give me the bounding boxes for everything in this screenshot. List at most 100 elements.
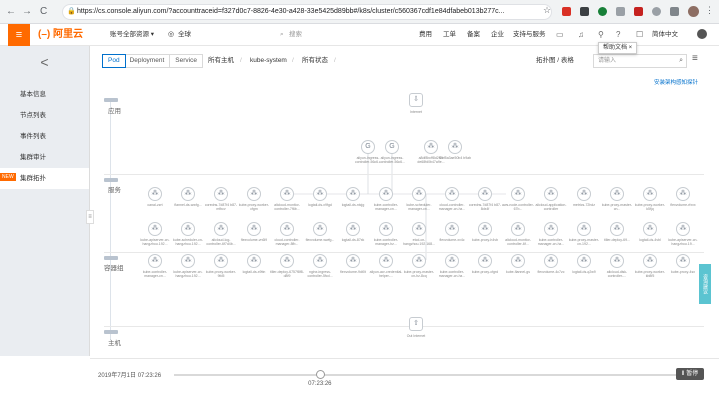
status-filter[interactable]: 所有状态 bbox=[302, 56, 328, 66]
service-node[interactable]: ⁂ bbox=[424, 140, 438, 154]
reload-icon[interactable]: C bbox=[40, 5, 47, 19]
pod-node[interactable]: ⁂ bbox=[511, 222, 525, 236]
profile-avatar[interactable] bbox=[688, 6, 699, 17]
pod-node[interactable]: ⁂ bbox=[148, 187, 162, 201]
view-switch[interactable]: 拓扑图 / 表格 bbox=[536, 56, 574, 66]
list-menu-icon[interactable]: ≡ bbox=[692, 53, 698, 64]
sidebar-item-events[interactable]: 事件列表 bbox=[0, 126, 89, 147]
pod-node[interactable]: ⁂ bbox=[577, 222, 591, 236]
namespace-filter[interactable]: kube-system bbox=[250, 56, 287, 66]
pod-node[interactable]: ⁂ bbox=[412, 254, 426, 268]
pod-node[interactable]: ⁂ bbox=[478, 187, 492, 201]
pod-node[interactable]: ⁂ bbox=[412, 187, 426, 201]
screen-icon[interactable]: ▭ bbox=[556, 30, 564, 40]
pod-node[interactable]: ⁂ bbox=[544, 254, 558, 268]
timeline-track[interactable] bbox=[174, 374, 678, 376]
out-internet-node[interactable]: ⇧ bbox=[409, 317, 423, 331]
extension-icon[interactable] bbox=[634, 7, 643, 16]
address-bar[interactable]: 🔒 https://cs.console.aliyun.com/?account… bbox=[62, 4, 552, 20]
pod-node[interactable]: ⁂ bbox=[379, 254, 393, 268]
sidebar-item-audit[interactable]: 集群审计 bbox=[0, 147, 89, 168]
hamburger-menu-icon[interactable]: ≡ bbox=[8, 24, 30, 46]
pod-node[interactable]: ⁂ bbox=[346, 187, 360, 201]
pause-button[interactable]: Ⅱ 暂停 bbox=[676, 368, 704, 380]
account-selector[interactable]: 账号全部资源 ▾ bbox=[110, 30, 154, 40]
pod-node[interactable]: ⁂ bbox=[214, 222, 228, 236]
pod-node[interactable]: ⁂ bbox=[643, 187, 657, 201]
pod-node[interactable]: ⁂ bbox=[544, 187, 558, 201]
pod-node[interactable]: ⁂ bbox=[346, 222, 360, 236]
pod-node[interactable]: ⁂ bbox=[379, 187, 393, 201]
pod-node[interactable]: ⁂ bbox=[511, 187, 525, 201]
sidebar-item-topology[interactable]: NEW 集群拓扑 bbox=[0, 168, 89, 189]
pod-node[interactable]: ⁂ bbox=[247, 254, 261, 268]
back-arrow-icon[interactable]: ← bbox=[6, 5, 16, 19]
install-probe-link[interactable]: 安装架构感知探针 bbox=[654, 78, 698, 86]
host-filter[interactable]: 所有主机 bbox=[208, 56, 234, 66]
timeline-knob[interactable] bbox=[316, 370, 326, 379]
forward-arrow-icon[interactable]: → bbox=[22, 5, 32, 19]
pod-node[interactable]: ⁂ bbox=[148, 254, 162, 268]
tab-deployment[interactable]: Deployment bbox=[125, 55, 171, 67]
sidebar-item-nodes[interactable]: 节点列表 bbox=[0, 105, 89, 126]
pod-node[interactable]: ⁂ bbox=[280, 222, 294, 236]
pod-node[interactable]: ⁂ bbox=[181, 187, 195, 201]
aliyun-logo[interactable]: (–) 阿里云 bbox=[38, 28, 83, 42]
help-doc-icon[interactable]: ☐ bbox=[636, 30, 643, 40]
sidebar-item-basic-info[interactable]: 基本信息 bbox=[0, 84, 89, 105]
region-selector[interactable]: 全球 bbox=[178, 30, 191, 40]
pod-node[interactable]: ⁂ bbox=[412, 222, 426, 236]
pod-node[interactable]: ⁂ bbox=[313, 222, 327, 236]
extension-icon[interactable] bbox=[616, 7, 625, 16]
pod-node[interactable]: ⁂ bbox=[181, 254, 195, 268]
internet-node[interactable]: ⇩ bbox=[409, 93, 423, 107]
pod-node[interactable]: ⁂ bbox=[445, 187, 459, 201]
language-selector[interactable]: 简体中文 bbox=[652, 30, 678, 40]
back-chevron-icon[interactable]: < bbox=[0, 46, 89, 78]
pod-node[interactable]: ⁂ bbox=[280, 187, 294, 201]
tab-service[interactable]: Service bbox=[170, 55, 202, 67]
pod-node[interactable]: ⁂ bbox=[280, 254, 294, 268]
pod-node[interactable]: ⁂ bbox=[610, 187, 624, 201]
nav-support[interactable]: 支持与服务 bbox=[513, 30, 546, 40]
topology-search-input[interactable]: 请输入 ⌕ bbox=[593, 54, 687, 68]
user-avatar[interactable] bbox=[697, 29, 707, 39]
pod-node[interactable]: ⁂ bbox=[148, 222, 162, 236]
pod-node[interactable]: ⁂ bbox=[214, 187, 228, 201]
service-node[interactable]: G bbox=[361, 140, 375, 154]
extension-icon[interactable] bbox=[670, 7, 679, 16]
pod-node[interactable]: ⁂ bbox=[445, 222, 459, 236]
extension-icon[interactable] bbox=[580, 7, 589, 16]
pod-node[interactable]: ⁂ bbox=[544, 222, 558, 236]
pod-node[interactable]: ⁂ bbox=[247, 222, 261, 236]
nav-enterprise[interactable]: 企业 bbox=[491, 30, 504, 40]
nav-fees[interactable]: 费用 bbox=[419, 30, 432, 40]
pod-node[interactable]: ⁂ bbox=[346, 254, 360, 268]
pod-node[interactable]: ⁂ bbox=[247, 187, 261, 201]
service-node[interactable]: G bbox=[385, 140, 399, 154]
extension-icon[interactable] bbox=[562, 7, 571, 16]
star-icon[interactable]: ☆ bbox=[543, 5, 551, 16]
header-search-input[interactable]: 搜索 bbox=[289, 30, 302, 40]
pod-node[interactable]: ⁂ bbox=[577, 254, 591, 268]
nav-tickets[interactable]: 工单 bbox=[443, 30, 456, 40]
pod-node[interactable]: ⁂ bbox=[313, 254, 327, 268]
topology-canvas[interactable]: 应用 服务 容器组 主机 ⇩ Internet ⇧ Out Internet G… bbox=[96, 86, 708, 354]
pod-node[interactable]: ⁂ bbox=[610, 254, 624, 268]
browser-menu-icon[interactable]: ⋮ bbox=[705, 5, 714, 16]
pod-node[interactable]: ⁂ bbox=[610, 222, 624, 236]
pod-node[interactable]: ⁂ bbox=[181, 222, 195, 236]
pod-node[interactable]: ⁂ bbox=[676, 254, 690, 268]
tab-pod[interactable]: Pod bbox=[102, 54, 126, 68]
pod-node[interactable]: ⁂ bbox=[214, 254, 228, 268]
pod-node[interactable]: ⁂ bbox=[478, 254, 492, 268]
pod-node[interactable]: ⁂ bbox=[478, 222, 492, 236]
pod-node[interactable]: ⁂ bbox=[577, 187, 591, 201]
extension-icon[interactable] bbox=[652, 7, 661, 16]
extension-icon[interactable] bbox=[598, 7, 607, 16]
pod-node[interactable]: ⁂ bbox=[313, 187, 327, 201]
nav-icp[interactable]: 备案 bbox=[467, 30, 480, 40]
service-node[interactable]: ⁂ bbox=[448, 140, 462, 154]
pod-node[interactable]: ⁂ bbox=[445, 254, 459, 268]
cart-icon[interactable]: ⚲ bbox=[598, 30, 604, 40]
